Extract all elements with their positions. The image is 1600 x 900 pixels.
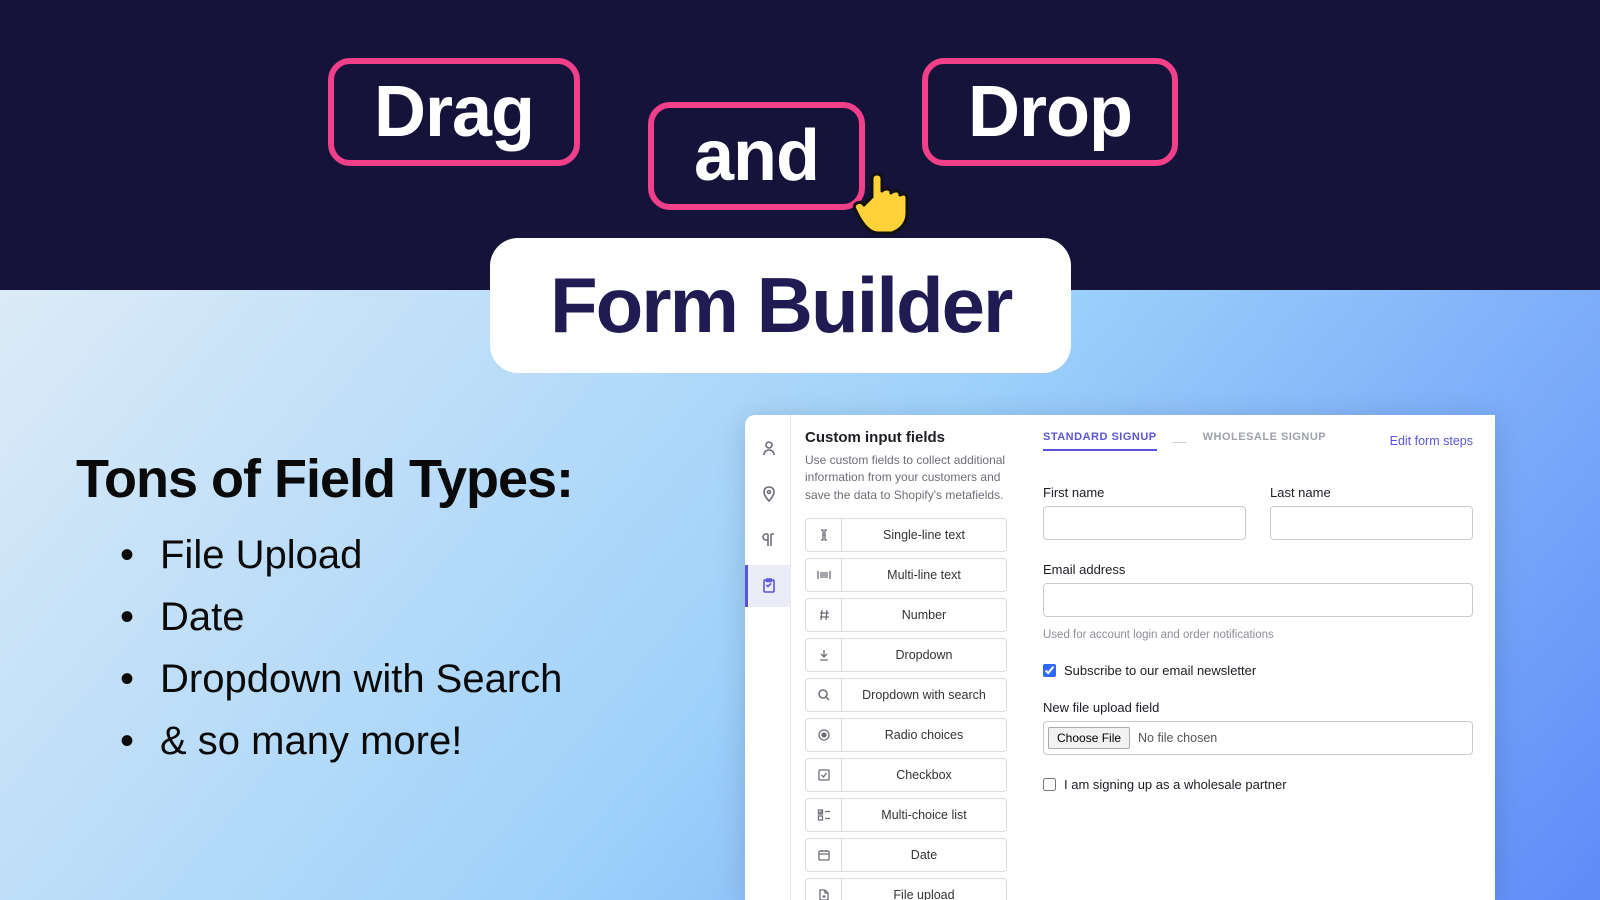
field-label: Multi-line text — [842, 568, 1006, 582]
list-check-icon — [806, 799, 842, 831]
sidebar-description: Use custom fields to collect additional … — [805, 452, 1007, 504]
first-name-label: First name — [1043, 485, 1246, 500]
field-dropdown-search[interactable]: Dropdown with search — [805, 678, 1007, 712]
features-list: File Upload Date Dropdown with Search & … — [120, 524, 562, 772]
checkbox-icon — [806, 759, 842, 791]
field-radio[interactable]: Radio choices — [805, 718, 1007, 752]
tab-separator: — — [1173, 433, 1187, 449]
field-label: Dropdown with search — [842, 688, 1006, 702]
sidebar-rail — [745, 415, 791, 900]
rail-paragraph-icon[interactable] — [745, 519, 791, 561]
sidebar-title: Custom input fields — [805, 429, 1007, 446]
text-cursor-icon — [806, 519, 842, 551]
sidebar-panel: Custom input fields Use custom fields to… — [791, 415, 1021, 900]
hero-and: and — [648, 102, 865, 210]
field-multi-line[interactable]: Multi-line text — [805, 558, 1007, 592]
form-preview: STANDARD SIGNUP — WHOLESALE SIGNUP Edit … — [1021, 415, 1495, 900]
field-multi-choice[interactable]: Multi-choice list — [805, 798, 1007, 832]
file-upload-label: New file upload field — [1043, 700, 1473, 715]
calendar-icon — [806, 839, 842, 871]
field-label: Checkbox — [842, 768, 1006, 782]
field-label: Radio choices — [842, 728, 1006, 742]
field-single-line[interactable]: Single-line text — [805, 518, 1007, 552]
file-plus-icon — [806, 879, 842, 900]
last-name-input[interactable] — [1270, 506, 1473, 540]
radio-icon — [806, 719, 842, 751]
hero-drop: Drop — [922, 58, 1178, 166]
email-input[interactable] — [1043, 583, 1473, 617]
rail-person-icon[interactable] — [745, 427, 791, 469]
newsletter-checkbox[interactable] — [1043, 664, 1056, 677]
search-icon — [806, 679, 842, 711]
field-label: Date — [842, 848, 1006, 862]
field-label: Dropdown — [842, 648, 1006, 662]
wholesale-label: I am signing up as a wholesale partner — [1064, 777, 1287, 792]
last-name-label: Last name — [1270, 485, 1473, 500]
field-checkbox[interactable]: Checkbox — [805, 758, 1007, 792]
hero-drag: Drag — [328, 58, 580, 166]
email-hint: Used for account login and order notific… — [1043, 629, 1473, 641]
field-dropdown[interactable]: Dropdown — [805, 638, 1007, 672]
hero-subtitle: Form Builder — [490, 238, 1071, 373]
feature-item: Date — [120, 586, 562, 648]
pointer-icon — [850, 165, 910, 235]
rail-location-icon[interactable] — [745, 473, 791, 515]
rail-clipboard-icon[interactable] — [745, 565, 791, 607]
wholesale-checkbox-row[interactable]: I am signing up as a wholesale partner — [1043, 777, 1473, 792]
edit-form-steps-link[interactable]: Edit form steps — [1390, 434, 1473, 448]
newsletter-label: Subscribe to our email newsletter — [1064, 663, 1256, 678]
feature-item: File Upload — [120, 524, 562, 586]
download-icon — [806, 639, 842, 671]
field-file-upload[interactable]: File upload — [805, 878, 1007, 900]
field-label: Multi-choice list — [842, 808, 1006, 822]
field-label: Number — [842, 608, 1006, 622]
field-number[interactable]: Number — [805, 598, 1007, 632]
form-builder-app: Custom input fields Use custom fields to… — [745, 415, 1495, 900]
feature-item: & so many more! — [120, 710, 562, 772]
features-heading: Tons of Field Types: — [76, 448, 573, 510]
email-label: Email address — [1043, 562, 1473, 577]
choose-file-button[interactable]: Choose File — [1048, 727, 1130, 749]
hash-icon — [806, 599, 842, 631]
no-file-text: No file chosen — [1138, 731, 1217, 745]
file-upload-box[interactable]: Choose File No file chosen — [1043, 721, 1473, 755]
field-label: File upload — [842, 888, 1006, 900]
first-name-input[interactable] — [1043, 506, 1246, 540]
newsletter-checkbox-row[interactable]: Subscribe to our email newsletter — [1043, 663, 1473, 678]
feature-item: Dropdown with Search — [120, 648, 562, 710]
wholesale-checkbox[interactable] — [1043, 778, 1056, 791]
field-label: Single-line text — [842, 528, 1006, 542]
field-date[interactable]: Date — [805, 838, 1007, 872]
multiline-icon — [806, 559, 842, 591]
tab-wholesale-signup[interactable]: WHOLESALE SIGNUP — [1203, 431, 1327, 451]
tab-standard-signup[interactable]: STANDARD SIGNUP — [1043, 431, 1157, 451]
